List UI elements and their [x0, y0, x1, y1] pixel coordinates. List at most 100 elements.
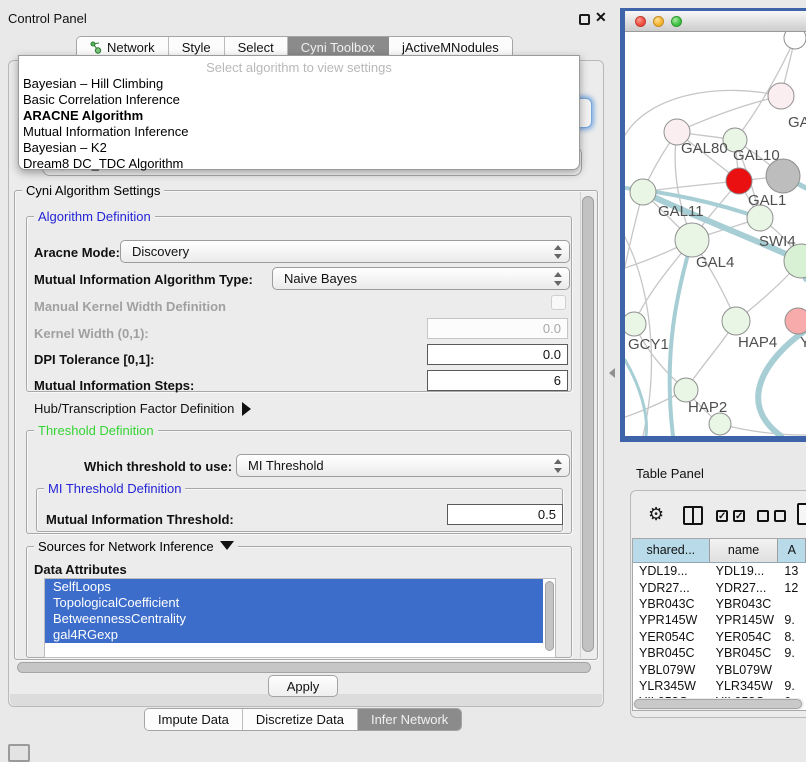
close-panel-icon[interactable]: ✕ [595, 9, 607, 26]
attribute-item[interactable]: SelfLoops [45, 579, 543, 595]
mi-algorithm-type-value: Naive Bayes [284, 271, 357, 286]
tab-infer-network[interactable]: Infer Network [358, 709, 461, 730]
table-row[interactable]: YLR345WYLR345W9. [633, 678, 806, 694]
mi-threshold-field[interactable]: 0.5 [447, 504, 563, 525]
table-row[interactable]: YDR27...YDR27...12 [633, 579, 806, 595]
cell-shared-name: YDL19... [633, 564, 710, 578]
expand-arrow-icon[interactable] [242, 402, 251, 416]
network-view-window: GALGAL80GAL10GAL1GAL11SWI4GAL4GCY1HAP4YH… [620, 8, 806, 442]
checked-box-icon[interactable]: ✓ [716, 510, 728, 522]
which-threshold-combo[interactable]: MI Threshold [236, 454, 570, 477]
minimize-window-icon[interactable] [653, 16, 664, 27]
table-row[interactable]: YBL079WYBL079W [633, 661, 806, 677]
mi-algorithm-type-combo[interactable]: Naive Bayes [272, 267, 570, 290]
node-label: Y [800, 334, 806, 351]
table-hscrollbar-thumb[interactable] [634, 699, 802, 709]
network-node[interactable] [675, 223, 709, 257]
checked-box-icon[interactable]: ✓ [733, 510, 745, 522]
zoom-window-icon[interactable] [671, 16, 682, 27]
gear-icon[interactable]: ⚙ [648, 504, 664, 525]
algorithm-option[interactable]: Bayesian – Hill Climbing [19, 76, 579, 92]
table-row[interactable]: YDL19...YDL19...13 [633, 563, 806, 579]
cell-shared-name: YLR345W [633, 679, 710, 693]
which-threshold-value: MI Threshold [248, 458, 324, 473]
sources-group-label[interactable]: Sources for Network Inference [34, 539, 238, 554]
hub-section-row[interactable]: Hub/Transcription Factor Definition [34, 401, 251, 416]
cell-name: YBR045C [710, 646, 779, 660]
dpi-tolerance-field[interactable]: 0.0 [427, 344, 568, 365]
network-node[interactable] [784, 32, 806, 49]
attributes-scrollbar-thumb[interactable] [545, 581, 554, 651]
manual-kernel-checkbox[interactable] [551, 295, 566, 310]
algorithm-option[interactable]: Bayesian – K2 [19, 140, 579, 156]
cell-value: 13 [778, 564, 806, 578]
manual-kernel-label: Manual Kernel Width Definition [34, 299, 226, 314]
algorithm-option[interactable]: Basic Correlation Inference [19, 92, 579, 108]
mi-threshold-label: Mutual Information Threshold: [46, 512, 234, 527]
algorithm-option[interactable]: Dream8 DC_TDC Algorithm [19, 156, 579, 172]
algorithm-placeholder: Select algorithm to view settings [19, 56, 579, 76]
table-row[interactable]: YER054CYER054C8. [633, 629, 806, 645]
node-label: SWI4 [759, 233, 796, 250]
apply-button[interactable]: Apply [268, 675, 338, 697]
unchecked-box-icon[interactable] [757, 510, 769, 522]
network-node[interactable] [722, 307, 750, 335]
network-node[interactable] [768, 83, 794, 109]
splitpane-collapse-icon[interactable] [609, 368, 615, 378]
tab-label: Select [238, 40, 274, 55]
network-node[interactable] [709, 413, 731, 435]
combo-stepper-icon [553, 272, 561, 286]
combo-stepper-icon [553, 459, 561, 473]
network-node[interactable] [766, 159, 800, 193]
network-node[interactable] [625, 312, 646, 336]
data-attributes-list[interactable]: SelfLoopsTopologicalCoefficientBetweenne… [44, 578, 556, 658]
network-canvas[interactable]: GALGAL80GAL10GAL1GAL11SWI4GAL4GCY1HAP4YH… [625, 32, 806, 436]
aracne-mode-combo[interactable]: Discovery [120, 240, 570, 263]
collapse-arrow-icon[interactable] [220, 541, 234, 550]
algorithm-option[interactable]: Mutual Information Inference [19, 124, 579, 140]
table-row[interactable]: YBR043CYBR043C [633, 596, 806, 612]
which-threshold-label: Which threshold to use: [84, 459, 232, 474]
column-header[interactable]: A [778, 539, 806, 562]
float-panel-icon[interactable] [579, 14, 590, 25]
mi-algorithm-type-label: Mutual Information Algorithm Type: [34, 272, 253, 287]
algorithm-option[interactable]: ARACNE Algorithm [19, 108, 579, 124]
attribute-item[interactable]: BetweennessCentrality [45, 611, 543, 627]
attribute-item[interactable]: TopologicalCoefficient [45, 595, 543, 611]
node-label: GCY1 [628, 336, 669, 353]
algorithm-dropdown-popup: Select algorithm to view settings Bayesi… [18, 55, 580, 170]
network-node[interactable] [630, 179, 656, 205]
settings-hscrollbar-thumb[interactable] [17, 662, 591, 673]
network-node[interactable] [785, 308, 806, 334]
network-edge [634, 324, 686, 390]
unchecked-box-icon[interactable] [774, 510, 786, 522]
document-icon[interactable] [797, 503, 806, 525]
table-row[interactable]: YBR045CYBR045C9. [633, 645, 806, 661]
column-header[interactable]: name [710, 539, 779, 562]
network-node[interactable] [726, 168, 752, 194]
kernel-width-label: Kernel Width (0,1): [34, 326, 149, 341]
network-window-titlebar[interactable] [625, 11, 806, 32]
close-window-icon[interactable] [635, 16, 646, 27]
tab-label: jActiveMNodules [402, 40, 499, 55]
aracne-mode-label: Aracne Mode: [34, 245, 120, 260]
cyni-bottom-tabs: Impute Data Discretize Data Infer Network [144, 708, 462, 731]
tab-discretize-data[interactable]: Discretize Data [243, 709, 358, 730]
mi-steps-field[interactable]: 6 [427, 370, 568, 391]
network-edge [677, 96, 781, 132]
tab-impute-data[interactable]: Impute Data [145, 709, 243, 730]
settings-scrollbar-thumb[interactable] [582, 196, 594, 652]
cell-name: YDR27... [710, 581, 779, 595]
split-columns-icon[interactable] [683, 506, 703, 525]
cell-name: YDL19... [710, 564, 779, 578]
attribute-item[interactable]: gal4RGexp [45, 627, 543, 643]
mini-panel-icon[interactable] [8, 744, 30, 762]
kernel-width-field[interactable]: 0.0 [427, 318, 568, 339]
tab-label: Discretize Data [256, 712, 344, 727]
column-header[interactable]: shared... [633, 539, 710, 562]
network-graph: GALGAL80GAL10GAL1GAL11SWI4GAL4GCY1HAP4YH… [625, 32, 806, 436]
network-edge [625, 90, 781, 135]
table-row[interactable]: YPR145WYPR145W9. [633, 612, 806, 628]
tab-label: Impute Data [158, 712, 229, 727]
network-edge [625, 360, 647, 436]
